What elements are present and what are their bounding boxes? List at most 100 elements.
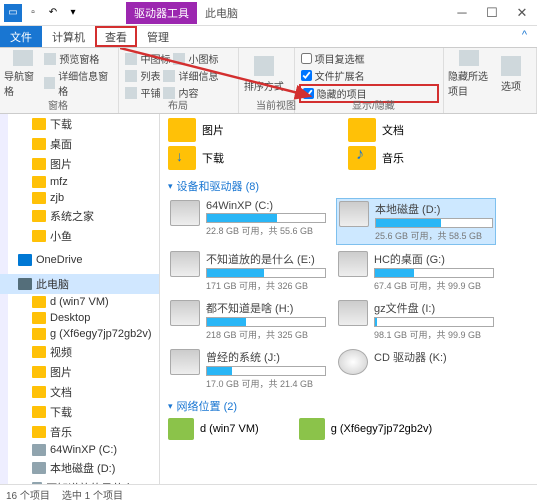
network-icon — [168, 418, 194, 440]
quick-access-toolbar: ▭ ▫ ↶ ▾ — [0, 2, 86, 24]
tab-computer[interactable]: 计算机 — [42, 26, 95, 47]
drive-icon — [170, 349, 200, 375]
preview-pane-button[interactable]: 预览窗格 — [42, 50, 114, 67]
status-selected: 选中 1 个项目 — [62, 487, 123, 500]
medium-icons-button[interactable]: 中图标 小图标 — [123, 50, 233, 67]
group-view-label: 当前视图 — [256, 97, 296, 112]
drive-item[interactable]: 都不知道是啥 (H:) 218 GB 可用，共 325 GB — [168, 298, 328, 343]
tree-onedrive[interactable]: OneDrive — [0, 252, 159, 268]
tree-videos[interactable]: 视频 — [0, 342, 159, 362]
drive-item[interactable]: gz文件盘 (I:) 98.1 GB 可用，共 99.9 GB — [336, 298, 496, 343]
app-icon: ▭ — [4, 4, 22, 22]
drive-name: CD 驱动器 (K:) — [374, 349, 494, 365]
item-checkboxes-toggle[interactable]: 项目复选框 — [299, 50, 439, 67]
sort-by-button[interactable]: 排序方式 — [243, 50, 285, 98]
folder-pictures[interactable]: 图片 — [168, 118, 308, 142]
maximize-button[interactable]: ☐ — [477, 1, 507, 25]
status-bar: 16 个项目 选中 1 个项目 — [0, 484, 537, 502]
tree-downloads[interactable]: 下载 — [0, 114, 159, 134]
drive-free: 218 GB 可用，共 325 GB — [206, 328, 326, 341]
drive-name: 本地磁盘 (D:) — [375, 201, 493, 217]
drive-icon — [338, 300, 368, 326]
drive-icon — [339, 201, 369, 227]
drive-item[interactable]: 曾经的系统 (J:) 17.0 GB 可用，共 21.4 GB — [168, 347, 328, 392]
close-button[interactable]: ✕ — [507, 1, 537, 25]
drive-name: HC的桌面 (G:) — [374, 251, 494, 267]
drive-free: 67.4 GB 可用，共 99.9 GB — [374, 279, 494, 292]
folder-downloads[interactable]: 下载 — [168, 146, 308, 170]
drive-free: 17.0 GB 可用，共 21.4 GB — [206, 377, 326, 390]
tree-g-drive[interactable]: g (Xf6egy7jp72gb2v) — [0, 326, 159, 342]
group-showhide-label: 显示/隐藏 — [352, 97, 395, 112]
network-icon — [299, 418, 325, 440]
qat-new-icon[interactable]: ▫ — [24, 4, 42, 22]
qat-menu-icon[interactable]: ▾ — [64, 4, 82, 22]
drive-free: 171 GB 可用，共 326 GB — [206, 279, 326, 292]
tab-manage[interactable]: 管理 — [137, 26, 179, 47]
list-button[interactable]: 列表 详细信息 — [123, 67, 233, 84]
drive-name: 不知道放的是什么 (E:) — [206, 251, 326, 267]
tree-drive-d[interactable]: 本地磁盘 (D:) — [0, 458, 159, 478]
tab-file[interactable]: 文件 — [0, 26, 42, 47]
tree-pictures2[interactable]: 图片 — [0, 362, 159, 382]
ribbon-tabs: 文件 计算机 查看 管理 ^ — [0, 26, 537, 48]
tree-syshome[interactable]: 系统之家 — [0, 206, 159, 226]
tree-drive-e[interactable]: 不知道放的是什么 (E:) — [0, 478, 159, 484]
drive-name: gz文件盘 (I:) — [374, 300, 494, 316]
drive-free: 25.6 GB 可用，共 58.5 GB — [375, 229, 493, 242]
hide-selected-button[interactable]: 隐藏所选项目 — [448, 50, 490, 98]
tree-downloads2[interactable]: 下载 — [0, 402, 159, 422]
contextual-tab-label: 驱动器工具 — [126, 2, 197, 24]
main-content: 图片 文档 下载 音乐 设备和驱动器 (8) 64WinXP (C:) 22.8 … — [160, 114, 537, 484]
window-title: 此电脑 — [205, 5, 238, 21]
status-count: 16 个项目 — [6, 487, 50, 500]
folder-music[interactable]: 音乐 — [348, 146, 488, 170]
tree-music[interactable]: 音乐 — [0, 422, 159, 442]
tree-this-pc[interactable]: 此电脑 — [0, 274, 159, 294]
group-panes-label: 窗格 — [48, 97, 68, 112]
drive-item[interactable]: HC的桌面 (G:) 67.4 GB 可用，共 99.9 GB — [336, 249, 496, 294]
qat-undo-icon[interactable]: ↶ — [44, 4, 62, 22]
minimize-button[interactable]: ─ — [447, 1, 477, 25]
drive-name: 都不知道是啥 (H:) — [206, 300, 326, 316]
drive-item[interactable]: 不知道放的是什么 (E:) 171 GB 可用，共 326 GB — [168, 249, 328, 294]
nav-tree[interactable]: 下载 桌面 图片 mfz zjb 系统之家 小鱼 OneDrive 此电脑 d … — [0, 114, 160, 484]
tab-view[interactable]: 查看 — [95, 26, 137, 47]
tree-drive-c[interactable]: 64WinXP (C:) — [0, 442, 159, 458]
group-layout-label: 布局 — [168, 97, 188, 112]
network-item[interactable]: d (win7 VM) — [168, 418, 259, 440]
help-icon[interactable]: ^ — [512, 26, 537, 47]
drive-name: 64WinXP (C:) — [206, 200, 326, 212]
nav-pane-button[interactable]: 导航窗格 — [4, 50, 42, 98]
titlebar: ▭ ▫ ↶ ▾ 驱动器工具 此电脑 ─ ☐ ✕ — [0, 0, 537, 26]
drive-item[interactable]: 本地磁盘 (D:) 25.6 GB 可用，共 58.5 GB — [336, 198, 496, 245]
tree-pictures[interactable]: 图片 — [0, 154, 159, 174]
network-name: d (win7 VM) — [200, 423, 259, 435]
tree-desktop2[interactable]: Desktop — [0, 310, 159, 326]
tree-mfz[interactable]: mfz — [0, 174, 159, 190]
section-network-header[interactable]: 网络位置 (2) — [168, 398, 529, 414]
drive-free: 98.1 GB 可用，共 99.9 GB — [374, 328, 494, 341]
section-drives-header[interactable]: 设备和驱动器 (8) — [168, 178, 529, 194]
drive-icon — [170, 300, 200, 326]
network-item[interactable]: g (Xf6egy7jp72gb2v) — [299, 418, 433, 440]
folder-documents[interactable]: 文档 — [348, 118, 488, 142]
drive-name: 曾经的系统 (J:) — [206, 349, 326, 365]
tree-fish[interactable]: 小鱼 — [0, 226, 159, 246]
drive-icon — [338, 349, 368, 375]
drive-item[interactable]: 64WinXP (C:) 22.8 GB 可用，共 55.6 GB — [168, 198, 328, 245]
drive-icon — [170, 251, 200, 277]
drive-icon — [170, 200, 200, 226]
tree-zjb[interactable]: zjb — [0, 190, 159, 206]
tree-documents[interactable]: 文档 — [0, 382, 159, 402]
details-pane-button[interactable]: 详细信息窗格 — [42, 67, 114, 99]
network-name: g (Xf6egy7jp72gb2v) — [331, 423, 433, 435]
drive-icon — [338, 251, 368, 277]
drive-item[interactable]: CD 驱动器 (K:) — [336, 347, 496, 392]
options-button[interactable]: 选项 — [490, 50, 532, 98]
ribbon: 导航窗格 预览窗格 详细信息窗格 窗格 中图标 小图标 列表 详细信息 平铺 内… — [0, 48, 537, 114]
tree-desktop[interactable]: 桌面 — [0, 134, 159, 154]
tree-d-vm[interactable]: d (win7 VM) — [0, 294, 159, 310]
drive-free: 22.8 GB 可用，共 55.6 GB — [206, 224, 326, 237]
file-ext-toggle[interactable]: 文件扩展名 — [299, 67, 439, 84]
